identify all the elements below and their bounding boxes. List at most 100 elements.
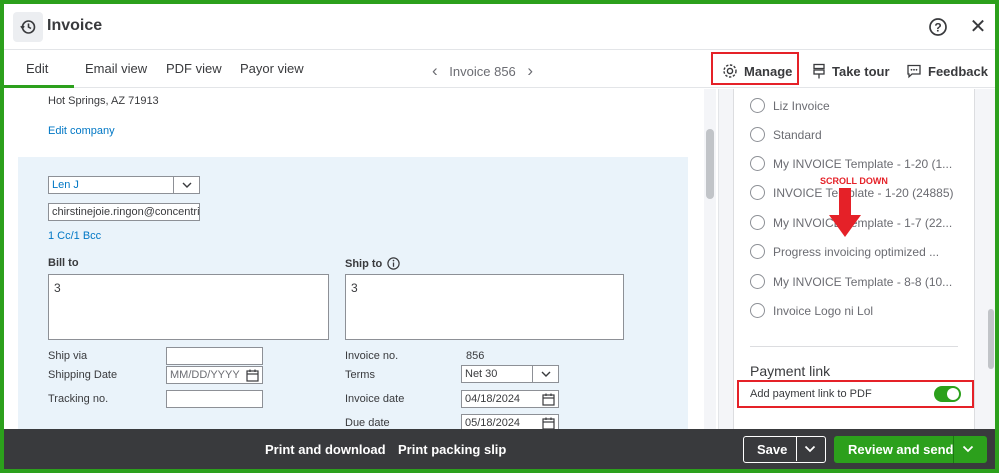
manage-button[interactable]: Manage xyxy=(722,58,792,84)
chat-bubble-icon xyxy=(907,64,921,79)
ship-via-label: Ship via xyxy=(48,350,88,362)
panel-scrollbar-thumb[interactable] xyxy=(988,309,994,369)
template-label: Liz Invoice xyxy=(773,98,830,113)
template-option[interactable]: My INVOICE Template - 1-20 (1... xyxy=(750,156,952,171)
template-label: Progress invoicing optimized ... xyxy=(773,244,940,259)
template-label: My INVOICE Template - 1-20 (1... xyxy=(773,156,953,171)
red-arrow-down-icon xyxy=(829,188,861,237)
radio-button[interactable] xyxy=(750,127,765,142)
customer-select[interactable]: Len J xyxy=(48,176,200,194)
ship-to-textarea[interactable]: 3 xyxy=(345,274,624,340)
customer-email-field[interactable]: chirstinejoie.ringon@concentrix. xyxy=(48,203,200,221)
due-date-field[interactable]: 05/18/2024 xyxy=(461,414,559,429)
template-option[interactable]: Liz Invoice xyxy=(750,98,830,113)
calendar-icon[interactable] xyxy=(542,417,555,429)
radio-button[interactable] xyxy=(750,274,765,289)
tracking-no-field[interactable] xyxy=(166,390,263,408)
invoice-date-value: 04/18/2024 xyxy=(465,393,521,405)
terms-label: Terms xyxy=(345,369,375,381)
template-card: Liz Invoice Standard My INVOICE Template… xyxy=(733,89,975,429)
save-label: Save xyxy=(757,442,788,457)
take-tour-button[interactable]: Take tour xyxy=(812,58,890,84)
invoice-no-label: Invoice no. xyxy=(345,350,399,362)
shipping-date-label: Shipping Date xyxy=(48,369,118,381)
tracking-no-label: Tracking no. xyxy=(48,393,109,405)
next-invoice-icon[interactable]: › xyxy=(527,61,533,81)
ship-to-label-row: Ship to xyxy=(345,257,400,270)
invoice-no-value: 856 xyxy=(466,350,485,362)
cc-bcc-link[interactable]: 1 Cc/1 Bcc xyxy=(48,230,101,242)
template-option[interactable]: Invoice Logo ni Lol xyxy=(750,303,873,318)
template-option[interactable]: Standard xyxy=(750,127,822,142)
manage-panel: Liz Invoice Standard My INVOICE Template… xyxy=(718,89,995,429)
payment-link-toggle[interactable] xyxy=(934,386,961,402)
terms-select[interactable]: Net 30 xyxy=(461,365,559,383)
radio-button[interactable] xyxy=(750,303,765,318)
company-address: Hot Springs, AZ 71913 xyxy=(48,95,159,107)
template-option[interactable]: My INVOICE Template - 8-8 (10... xyxy=(750,274,952,289)
chevron-down-icon xyxy=(173,177,199,193)
form-scrollbar-thumb[interactable] xyxy=(706,129,714,199)
radio-button[interactable] xyxy=(750,98,765,113)
template-label: INVOICE Template - 1-20 (24885) xyxy=(773,185,954,200)
ship-via-field[interactable] xyxy=(166,347,263,365)
review-send-label: Review and send xyxy=(848,442,954,457)
section-divider xyxy=(750,346,958,347)
footer-bar: Print and download Print packing slip Sa… xyxy=(4,429,995,469)
prev-invoice-icon[interactable]: ‹ xyxy=(432,61,438,81)
bill-to-label: Bill to xyxy=(48,257,79,269)
review-send-separator xyxy=(953,436,954,463)
customer-name: Len J xyxy=(52,179,79,191)
due-date-label: Due date xyxy=(345,417,390,429)
calendar-icon[interactable] xyxy=(246,369,259,382)
payment-link-title: Payment link xyxy=(750,363,831,379)
customer-panel: Len J chirstinejoie.ringon@concentrix. 1… xyxy=(18,157,688,429)
scroll-down-annotation: SCROLL DOWN xyxy=(820,176,888,186)
title-bar: Invoice ? ✕ xyxy=(4,4,995,50)
info-icon[interactable] xyxy=(387,257,400,270)
history-icon[interactable] xyxy=(13,12,43,42)
save-separator xyxy=(796,437,797,461)
review-and-send-button[interactable]: Review and send xyxy=(834,436,987,463)
chevron-down-icon[interactable] xyxy=(962,442,974,456)
terms-value: Net 30 xyxy=(465,368,498,380)
radio-button[interactable] xyxy=(750,156,765,171)
invoice-date-label: Invoice date xyxy=(345,393,405,405)
template-option[interactable]: Progress invoicing optimized ... xyxy=(750,244,939,259)
shipping-date-field[interactable]: MM/DD/YYYY xyxy=(166,366,263,384)
calendar-icon[interactable] xyxy=(542,393,555,406)
take-tour-label: Take tour xyxy=(832,63,890,79)
save-button[interactable]: Save xyxy=(743,436,826,463)
window-title: Invoice xyxy=(47,17,103,34)
chevron-down-icon xyxy=(532,366,558,382)
tab-payor-view[interactable]: Payor view xyxy=(240,61,304,76)
template-label: My INVOICE Template - 1-7 (22... xyxy=(773,215,953,230)
shipping-date-placeholder: MM/DD/YYYY xyxy=(170,369,240,381)
feedback-button[interactable]: Feedback xyxy=(906,58,988,84)
invoice-date-field[interactable]: 04/18/2024 xyxy=(461,390,559,408)
panel-scrollbar[interactable] xyxy=(987,89,995,429)
edit-company-link[interactable]: Edit company xyxy=(48,125,115,137)
help-icon[interactable]: ? xyxy=(928,17,948,37)
payment-link-highlight-box: Add payment link to PDF xyxy=(737,380,974,408)
signpost-icon xyxy=(813,63,825,79)
tab-edit[interactable]: Edit xyxy=(26,61,48,76)
feedback-label: Feedback xyxy=(928,63,988,79)
radio-button[interactable] xyxy=(750,215,765,230)
tab-pdf-view[interactable]: PDF view xyxy=(166,61,222,76)
close-icon[interactable]: ✕ xyxy=(968,17,988,37)
radio-button[interactable] xyxy=(750,185,765,200)
print-download-button[interactable]: Print and download xyxy=(265,442,386,457)
toggle-knob xyxy=(947,388,959,400)
print-packing-slip-button[interactable]: Print packing slip xyxy=(398,442,506,457)
radio-button[interactable] xyxy=(750,244,765,259)
form-scrollbar[interactable] xyxy=(704,89,716,429)
active-tab-indicator xyxy=(4,85,74,88)
template-label: Invoice Logo ni Lol xyxy=(773,303,874,318)
bill-to-textarea[interactable]: 3 xyxy=(48,274,329,340)
chevron-down-icon[interactable] xyxy=(804,442,816,456)
ship-to-label: Ship to xyxy=(345,257,383,270)
payment-link-label: Add payment link to PDF xyxy=(750,388,872,400)
tab-email-view[interactable]: Email view xyxy=(85,61,147,76)
invoice-number-label: Invoice 856 xyxy=(449,64,516,79)
